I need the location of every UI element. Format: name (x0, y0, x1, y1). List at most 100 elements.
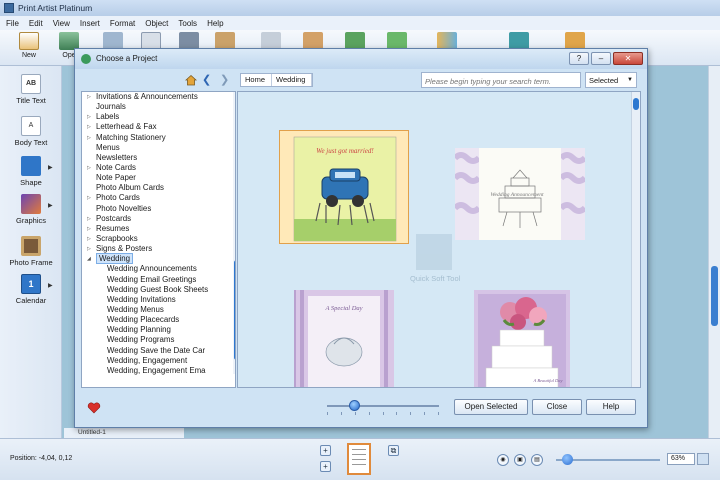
tree-item[interactable]: ▷ Scrapbooks (82, 234, 235, 244)
menu-insert[interactable]: Insert (80, 19, 100, 28)
canvas-scroll-thumb[interactable] (711, 266, 718, 326)
tree-expand-icon[interactable]: ▷ (87, 214, 91, 224)
breadcrumb-wedding[interactable]: Wedding (272, 74, 313, 86)
new-button[interactable]: New (14, 32, 44, 64)
tree-item[interactable]: ▷ Labels (82, 112, 235, 122)
tree-item[interactable]: ▷ Resumes (82, 224, 235, 234)
help-button[interactable]: Help (586, 399, 636, 415)
zoom-dropdown-button[interactable] (697, 453, 709, 465)
tree-subitem[interactable]: Wedding Email Greetings (82, 275, 235, 285)
breadcrumb-home[interactable]: Home (241, 74, 273, 86)
project-preview-pane: We just got married! Wedding Announcemen… (237, 91, 641, 388)
tree-expand-icon[interactable]: ▷ (87, 163, 91, 173)
page-thumbnail[interactable] (347, 443, 371, 475)
tree-item[interactable]: Note Paper (82, 173, 235, 183)
add-page-button[interactable]: + (320, 445, 331, 456)
project-category-tree[interactable]: ▷ Invitations & Announcements Journals ▷ Lab… (81, 91, 236, 388)
tree-subitem[interactable]: Wedding Placecards (82, 315, 235, 325)
home-icon[interactable] (185, 74, 197, 86)
back-arrow-icon[interactable]: ❮ (202, 73, 211, 86)
add-page-after-button[interactable]: + (320, 461, 331, 472)
preview-scroll-thumb[interactable] (633, 98, 639, 110)
dialog-titlebar[interactable]: Choose a Project ? – ✕ (75, 49, 647, 69)
tree-item[interactable]: Newsletters (82, 153, 235, 163)
menu-object[interactable]: Object (145, 19, 168, 28)
tree-item[interactable]: Journals (82, 102, 235, 112)
tree-expand-icon[interactable]: ▷ (87, 92, 91, 102)
tree-item[interactable]: ▷ Note Cards (82, 163, 235, 173)
title-text-tool[interactable]: AB Title Text (0, 74, 62, 105)
dialog-close-button[interactable]: ✕ (613, 52, 643, 65)
search-scope-select[interactable]: Selected ▼ (585, 72, 637, 88)
project-card-4[interactable]: A Beautiful Day (474, 290, 570, 387)
tree-subitem[interactable]: Wedding Guest Book Sheets (82, 285, 235, 295)
menu-edit[interactable]: Edit (29, 19, 43, 28)
tree-subitem[interactable]: Wedding Invitations (82, 295, 235, 305)
menu-format[interactable]: Format (110, 19, 135, 28)
tree-item-label: Note Paper (96, 173, 136, 183)
menu-help[interactable]: Help (207, 19, 223, 28)
zoom-level-field[interactable]: 63% (667, 453, 695, 465)
menu-tools[interactable]: Tools (178, 19, 197, 28)
tree-expand-icon[interactable]: ▷ (87, 112, 91, 122)
photo-frame-tool[interactable]: Photo Frame (0, 236, 62, 267)
tree-subitem[interactable]: Wedding Planning (82, 325, 235, 335)
tree-item[interactable]: Photo Album Cards (82, 183, 235, 193)
tree-item[interactable]: ▷ Invitations & Announcements (82, 92, 235, 102)
tree-item[interactable]: Menus (82, 143, 235, 153)
forward-arrow-icon[interactable]: ❯ (220, 73, 229, 86)
favorites-heart-icon[interactable] (87, 402, 101, 414)
photo-frame-icon (21, 236, 41, 256)
title-text-icon: AB (21, 74, 41, 94)
tree-expand-icon[interactable]: ▷ (87, 193, 91, 203)
menu-view[interactable]: View (53, 19, 70, 28)
project-card-1[interactable]: We just got married! (279, 130, 409, 244)
tree-subitem[interactable]: Wedding, Engagement Ema (82, 366, 235, 376)
tree-subitem[interactable]: Wedding Save the Date Car (82, 346, 235, 356)
tree-expand-icon[interactable]: ▷ (87, 234, 91, 244)
tree-subitem[interactable]: Wedding Programs (82, 335, 235, 345)
canvas-vertical-scrollbar[interactable] (708, 66, 720, 438)
zoom-width-button[interactable]: ▤ (531, 454, 543, 466)
zoom-fit-button[interactable]: ◉ (497, 454, 509, 466)
page-options-button[interactable]: ⧉ (388, 445, 399, 456)
thumbnail-size-slider-knob[interactable] (349, 400, 360, 411)
tree-expand-icon[interactable]: ▷ (87, 224, 91, 234)
tree-item[interactable]: ▷ Postcards (82, 214, 235, 224)
project-card-3[interactable]: A Special Day (292, 290, 394, 387)
tree-vscroll-thumb[interactable] (234, 260, 235, 360)
tree-item[interactable]: ▷ Matching Stationery (82, 133, 235, 143)
tree-subitem[interactable]: Wedding, Engagement (82, 356, 235, 366)
zoom-slider-knob[interactable] (562, 454, 573, 465)
dialog-minimize-button[interactable]: – (591, 52, 611, 65)
calendar-tool[interactable]: 1 Calendar ▶ (0, 274, 62, 305)
tree-item-label: Wedding Guest Book Sheets (107, 284, 209, 294)
watermark-logo-icon (416, 234, 452, 270)
tree-collapse-icon[interactable]: ◢ (87, 254, 91, 264)
shape-tool[interactable]: Shape ▶ (0, 156, 62, 187)
tree-item[interactable]: ▷ Photo Cards (82, 193, 235, 203)
document-tab[interactable]: Untitled-1 (64, 428, 184, 438)
photo-frame-label: Photo Frame (9, 258, 53, 267)
tree-item[interactable]: ◢ Wedding (82, 253, 235, 265)
body-text-tool[interactable]: A Body Text (0, 116, 62, 147)
graphics-tool[interactable]: Graphics ▶ (0, 194, 62, 225)
project-search-input[interactable] (421, 72, 581, 88)
tree-item[interactable]: ▷ Letterhead & Fax (82, 122, 235, 132)
thumbnail-size-slider-track[interactable] (327, 405, 439, 407)
tree-item-label: Wedding Announcements (107, 264, 197, 274)
tree-expand-icon[interactable]: ▷ (87, 133, 91, 143)
tree-subitem[interactable]: Wedding Menus (82, 305, 235, 315)
card-3-text: A Special Day (324, 305, 362, 312)
tree-item[interactable]: Photo Novelties (82, 204, 235, 214)
tree-expand-icon[interactable]: ▷ (87, 244, 91, 254)
menu-file[interactable]: File (6, 19, 19, 28)
dialog-help-button[interactable]: ? (569, 52, 589, 65)
tree-subitem[interactable]: Wedding Announcements (82, 264, 235, 274)
close-button[interactable]: Close (532, 399, 582, 415)
tree-vertical-scrollbar[interactable] (233, 92, 235, 374)
tree-expand-icon[interactable]: ▷ (87, 122, 91, 132)
open-selected-button[interactable]: Open Selected (454, 399, 528, 415)
zoom-page-button[interactable]: ▣ (514, 454, 526, 466)
preview-vertical-scrollbar[interactable] (631, 92, 640, 387)
